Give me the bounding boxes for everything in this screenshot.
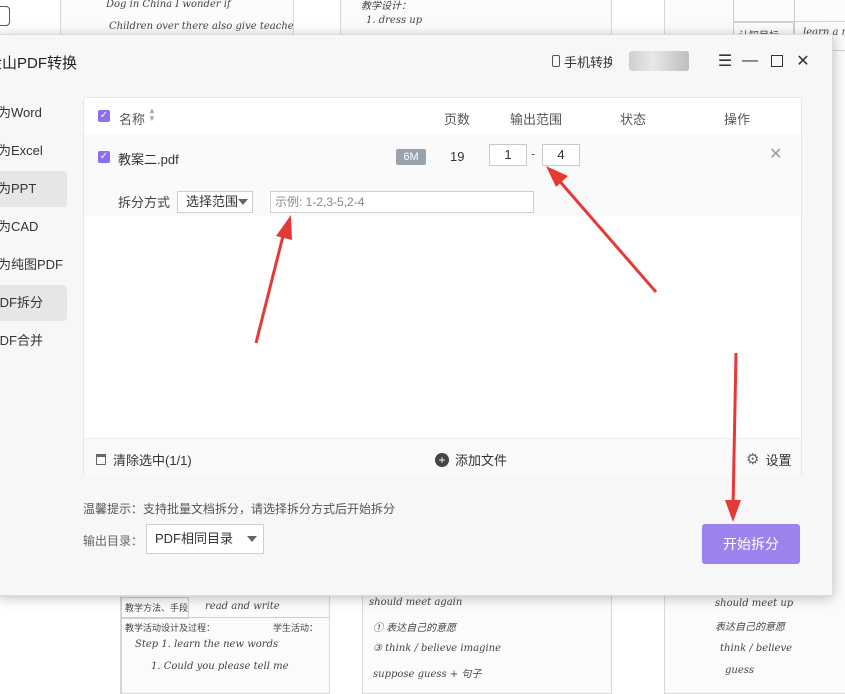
annotation-arrows <box>254 166 741 522</box>
arrow-to-split-input <box>254 215 292 344</box>
arrow-to-range-to <box>546 166 658 293</box>
arrow-to-start-button <box>725 352 741 522</box>
